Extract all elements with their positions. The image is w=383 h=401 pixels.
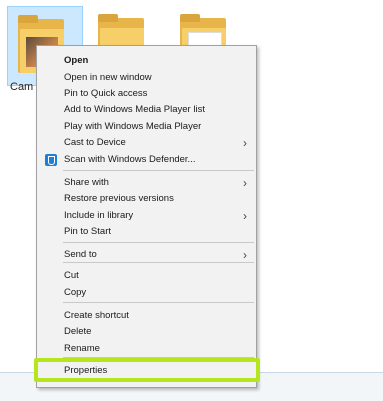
- menu-item-label: Rename: [64, 343, 100, 354]
- menu-item-pin-to-quick-access[interactable]: Pin to Quick access: [37, 86, 256, 102]
- menu-item-cast-to-device[interactable]: Cast to Device ›: [37, 135, 256, 151]
- shield-icon: [45, 154, 57, 166]
- chevron-right-icon: ›: [243, 209, 247, 223]
- menu-item-label: Pin to Start: [64, 226, 111, 237]
- menu-separator: [63, 170, 254, 171]
- menu-item-rename[interactable]: Rename: [37, 341, 256, 357]
- menu-item-label: Copy: [64, 287, 87, 298]
- menu-item-label: Share with: [64, 177, 109, 188]
- menu-item-open[interactable]: Open: [37, 53, 256, 69]
- menu-item-label: Scan with Windows Defender...: [64, 154, 196, 165]
- properties-highlight-box: [34, 358, 260, 382]
- chevron-right-icon: ›: [243, 176, 247, 190]
- context-menu: Open Open in new window Pin to Quick acces…: [36, 45, 257, 388]
- menu-item-create-shortcut[interactable]: Create shortcut: [37, 308, 256, 324]
- menu-separator: [63, 302, 254, 303]
- menu-item-scan-with-windows-defender[interactable]: Scan with Windows Defender...: [37, 152, 256, 168]
- menu-item-send-to[interactable]: Send to ›: [37, 247, 256, 263]
- menu-item-play-with-windows-media-player[interactable]: Play with Windows Media Player: [37, 119, 256, 135]
- menu-item-share-with[interactable]: Share with ›: [37, 175, 256, 191]
- menu-item-label: Restore previous versions: [64, 193, 174, 204]
- menu-separator: [63, 262, 254, 263]
- menu-item-label: Send to: [64, 249, 97, 260]
- menu-item-open-in-new-window[interactable]: Open in new window: [37, 70, 256, 86]
- menu-item-label: Cut: [64, 270, 79, 281]
- menu-item-delete[interactable]: Delete: [37, 324, 256, 340]
- menu-item-label: Include in library: [64, 210, 134, 221]
- menu-item-label: Create shortcut: [64, 310, 129, 321]
- menu-item-pin-to-start[interactable]: Pin to Start: [37, 224, 256, 240]
- menu-item-label: Open: [64, 55, 89, 66]
- menu-item-restore-previous-versions[interactable]: Restore previous versions: [37, 191, 256, 207]
- menu-item-include-in-library[interactable]: Include in library ›: [37, 208, 256, 224]
- chevron-right-icon: ›: [243, 136, 247, 150]
- menu-item-cut[interactable]: Cut: [37, 268, 256, 284]
- menu-item-label: Cast to Device: [64, 137, 126, 148]
- menu-item-label: Open in new window: [64, 72, 152, 83]
- chevron-right-icon: ›: [243, 248, 247, 262]
- menu-item-label: Pin to Quick access: [64, 88, 148, 99]
- menu-item-label: Play with Windows Media Player: [64, 121, 202, 132]
- menu-item-label: Delete: [64, 326, 92, 337]
- menu-item-copy[interactable]: Copy: [37, 285, 256, 301]
- folder-label: Cam: [10, 81, 34, 93]
- menu-item-label: Add to Windows Media Player list: [64, 104, 205, 115]
- menu-item-add-to-windows-media-player-list[interactable]: Add to Windows Media Player list: [37, 102, 256, 118]
- menu-separator: [63, 242, 254, 243]
